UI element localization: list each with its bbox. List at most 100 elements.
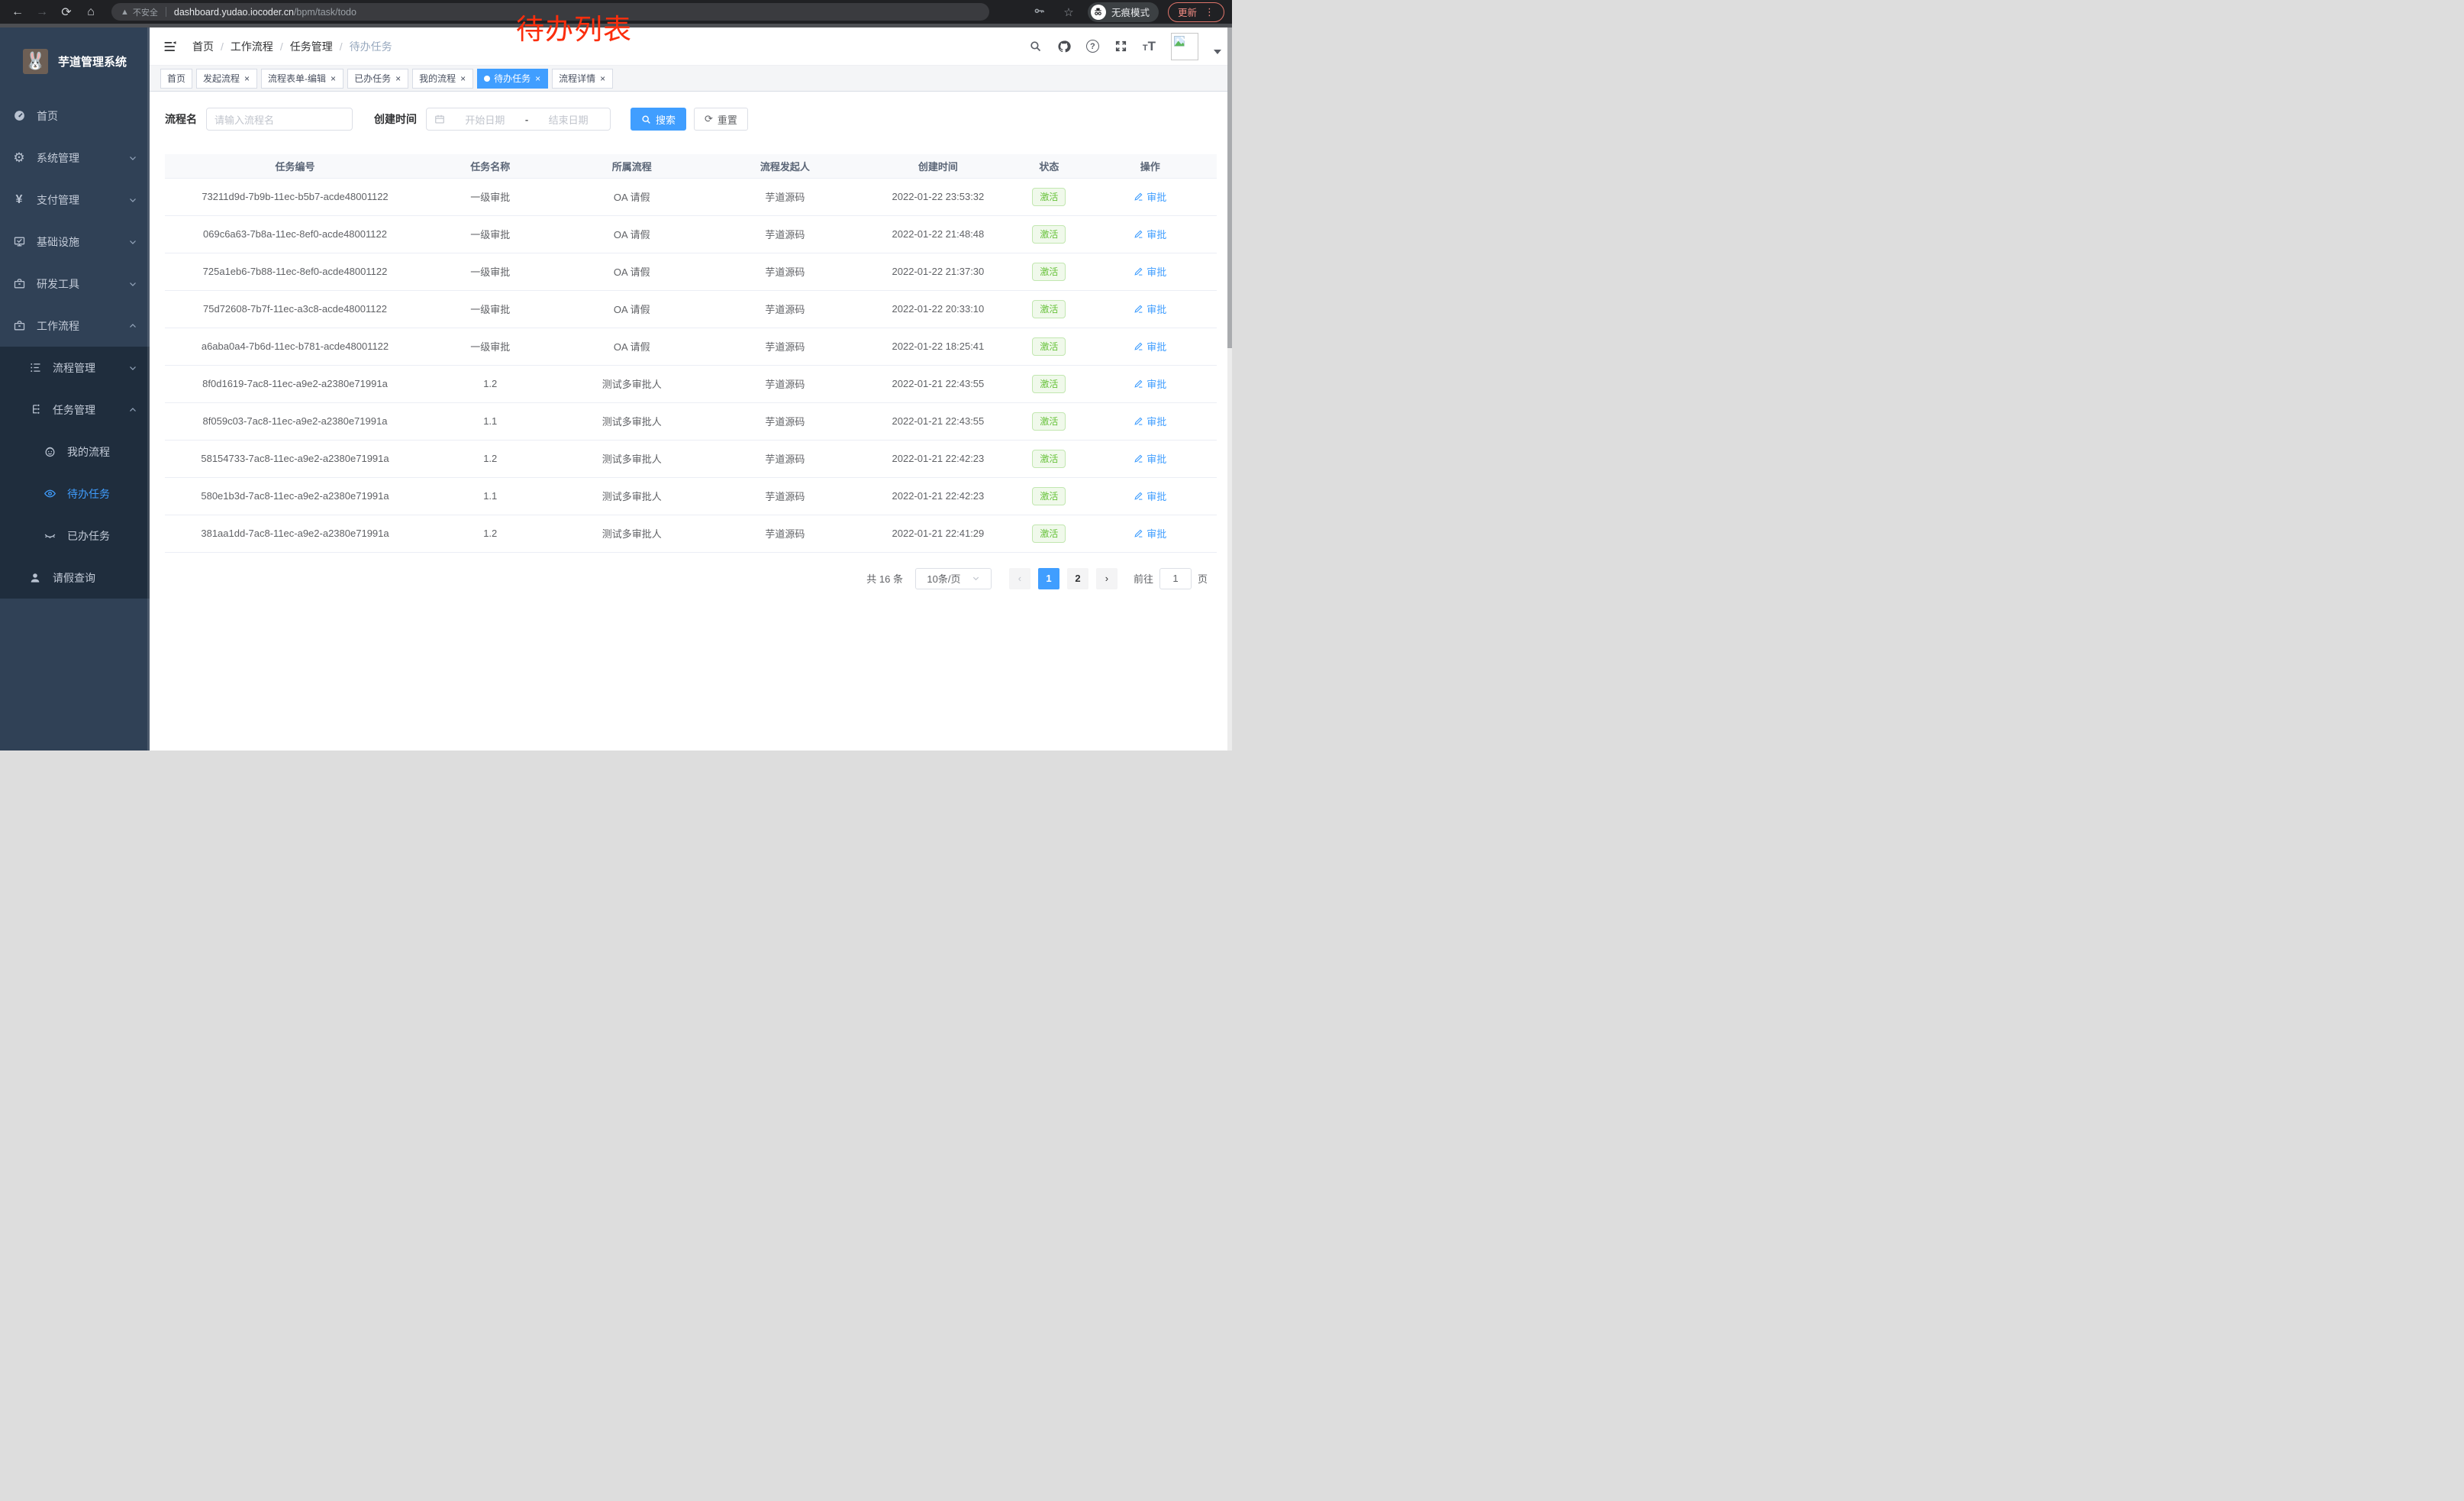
pencil-icon <box>1134 341 1143 351</box>
task-name-cell: 1.2 <box>425 365 555 402</box>
task-id-cell: 73211d9d-7b9b-11ec-b5b7-acde48001122 <box>165 178 425 215</box>
tab-1[interactable]: 发起流程× <box>196 69 257 89</box>
goto-page-input[interactable]: 1 <box>1159 568 1192 589</box>
robot-icon <box>43 445 56 458</box>
star-icon[interactable]: ☆ <box>1059 2 1079 22</box>
approve-link[interactable]: 审批 <box>1134 264 1166 279</box>
tab-3[interactable]: 已办任务× <box>347 69 408 89</box>
approve-link[interactable]: 审批 <box>1134 189 1166 204</box>
close-icon[interactable]: × <box>395 74 402 83</box>
page-button-2[interactable]: 2 <box>1067 568 1088 589</box>
table-row-9: 381aa1dd-7ac8-11ec-a9e2-a2380e71991a1.2测… <box>165 515 1217 552</box>
status-badge: 激活 <box>1032 525 1066 543</box>
approve-link[interactable]: 审批 <box>1134 451 1166 466</box>
date-range-picker[interactable]: 开始日期 - 结束日期 <box>426 108 611 131</box>
sidebar-item-8[interactable]: 我的流程 <box>0 431 150 473</box>
next-page-button[interactable]: › <box>1096 568 1118 589</box>
tab-0[interactable]: 首页 <box>160 69 192 89</box>
approve-label: 审批 <box>1147 414 1166 428</box>
breadcrumb-item-3: 待办任务 <box>350 39 392 54</box>
scrollbar-thumb[interactable] <box>1227 27 1232 348</box>
page-button-1[interactable]: 1 <box>1038 568 1059 589</box>
search-icon[interactable] <box>1029 40 1042 53</box>
created-cell: 2022-01-22 18:25:41 <box>862 328 1015 365</box>
reload-icon[interactable]: ⟳ <box>56 2 76 22</box>
tab-2[interactable]: 流程表单-编辑× <box>261 69 343 89</box>
sidebar-item-6[interactable]: 流程管理 <box>0 347 150 389</box>
tab-5[interactable]: 待办任务× <box>477 69 548 89</box>
sidebar-item-10[interactable]: 已办任务 <box>0 515 150 557</box>
forward-icon[interactable]: → <box>32 2 52 22</box>
question-icon[interactable]: ? <box>1086 40 1099 53</box>
tab-label: 流程详情 <box>559 72 595 85</box>
column-header-6: 操作 <box>1083 154 1217 178</box>
approve-link[interactable]: 审批 <box>1134 489 1166 503</box>
back-icon[interactable]: ← <box>8 2 27 22</box>
sidebar-item-1[interactable]: ⚙系统管理 <box>0 137 150 179</box>
sidebar-item-3[interactable]: 基础设施 <box>0 221 150 263</box>
prev-page-button[interactable]: ‹ <box>1009 568 1030 589</box>
sidebar-logo[interactable]: 🐰 芋道管理系统 <box>0 27 150 95</box>
home-icon[interactable]: ⌂ <box>81 2 101 22</box>
close-icon[interactable]: × <box>460 74 466 83</box>
annotation-text: 待办列表 <box>516 6 632 47</box>
approve-label: 审批 <box>1147 451 1166 466</box>
approve-link[interactable]: 审批 <box>1134 376 1166 391</box>
task-name-cell: 1.1 <box>425 477 555 515</box>
chevron-down-icon <box>128 237 137 247</box>
approve-link[interactable]: 审批 <box>1134 339 1166 353</box>
action-cell: 审批 <box>1083 215 1217 253</box>
start-date-placeholder[interactable]: 开始日期 <box>451 112 519 127</box>
end-date-placeholder[interactable]: 结束日期 <box>534 112 602 127</box>
approve-link[interactable]: 审批 <box>1134 227 1166 241</box>
tab-6[interactable]: 流程详情 × <box>552 69 613 89</box>
sidebar-item-0[interactable]: 首页 <box>0 95 150 137</box>
close-icon[interactable]: × <box>243 74 250 83</box>
screen: ← → ⟳ ⌂ ▲ 不安全 dashboard.yudao.iocoder.cn… <box>0 0 1232 750</box>
caret-down-icon[interactable] <box>1214 50 1221 54</box>
chevron-down-icon <box>128 195 137 205</box>
created-cell: 2022-01-22 21:48:48 <box>862 215 1015 253</box>
task-name-cell: 一级审批 <box>425 178 555 215</box>
update-button[interactable]: 更新 ⋮ <box>1168 2 1224 22</box>
sidebar-item-label: 已办任务 <box>67 528 110 544</box>
close-icon[interactable]: × <box>599 74 606 83</box>
approve-link[interactable]: 审批 <box>1134 526 1166 541</box>
pagination: 共 16 条 10条/页 ‹ 12 › 前往 1 页 <box>165 568 1208 589</box>
github-icon[interactable] <box>1057 40 1071 53</box>
breadcrumb-item-1[interactable]: 工作流程 <box>231 39 273 54</box>
created-cell: 2022-01-21 22:42:23 <box>862 477 1015 515</box>
table-header-row: 任务编号任务名称所属流程流程发起人创建时间状态操作 <box>165 154 1217 178</box>
sidebar-item-5[interactable]: 工作流程 <box>0 305 150 347</box>
sidebar-item-4[interactable]: 研发工具 <box>0 263 150 305</box>
tab-4[interactable]: 我的流程× <box>412 69 473 89</box>
sidebar-item-2[interactable]: ¥支付管理 <box>0 179 150 221</box>
avatar[interactable] <box>1171 33 1198 60</box>
page-size-select[interactable]: 10条/页 <box>915 568 992 589</box>
column-header-1: 任务名称 <box>425 154 555 178</box>
window-scrollbar[interactable] <box>1227 27 1232 750</box>
sidebar-item-9[interactable]: 待办任务 <box>0 473 150 515</box>
close-icon[interactable]: × <box>534 74 541 83</box>
menu-dots-icon[interactable]: ⋮ <box>1205 6 1214 18</box>
sidebar-item-label: 待办任务 <box>67 486 110 502</box>
process-name-input[interactable]: 请输入流程名 <box>206 108 353 131</box>
toolbox-icon <box>12 319 26 332</box>
reset-button[interactable]: ⟳ 重置 <box>694 108 748 131</box>
hamburger-icon[interactable] <box>160 37 180 56</box>
approve-link[interactable]: 审批 <box>1134 414 1166 428</box>
breadcrumb-item-2[interactable]: 任务管理 <box>290 39 333 54</box>
status-cell: 激活 <box>1014 178 1083 215</box>
pencil-icon <box>1134 266 1143 276</box>
breadcrumb-item-0[interactable]: 首页 <box>192 39 214 54</box>
sidebar-item-11[interactable]: 请假查询 <box>0 557 150 599</box>
fullscreen-icon[interactable] <box>1114 40 1127 53</box>
key-icon[interactable] <box>1030 2 1050 22</box>
close-icon[interactable]: × <box>330 74 337 83</box>
approve-link[interactable]: 审批 <box>1134 302 1166 316</box>
font-size-icon[interactable]: TT <box>1143 40 1156 53</box>
search-button[interactable]: 搜索 <box>631 108 686 131</box>
security-warning[interactable]: ▲ 不安全 <box>121 6 158 18</box>
chevron-up-icon <box>128 321 137 331</box>
sidebar-item-7[interactable]: 任务管理 <box>0 389 150 431</box>
